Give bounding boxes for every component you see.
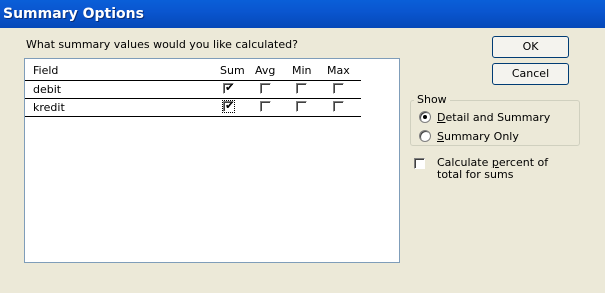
title-bar[interactable]: Summary Options	[0, 0, 605, 28]
table-row: kredit ✔	[25, 98, 361, 117]
column-header-field: Field	[33, 64, 59, 77]
sum-checkbox-debit[interactable]: ✔	[223, 81, 234, 94]
column-header-avg: Avg	[255, 64, 276, 77]
show-group-label: Show	[414, 93, 450, 106]
min-checkbox-debit[interactable]	[296, 83, 307, 94]
max-checkbox-debit[interactable]	[333, 83, 344, 94]
sum-checkbox-kredit[interactable]: ✔	[222, 99, 235, 113]
max-checkbox-kredit[interactable]	[333, 101, 344, 112]
detail-and-summary-label[interactable]: Detail and Summary	[437, 111, 550, 124]
avg-checkbox-kredit[interactable]	[260, 101, 271, 112]
window-title: Summary Options	[3, 6, 144, 22]
column-header-min: Min	[292, 64, 312, 77]
cancel-button[interactable]: Cancel	[492, 63, 569, 85]
field-name: kredit	[33, 101, 65, 114]
summary-only-label[interactable]: Summary Only	[437, 130, 519, 143]
detail-and-summary-radio[interactable]	[419, 111, 431, 123]
column-header-sum: Sum	[220, 64, 245, 77]
summary-fields-grid[interactable]: Field Sum Avg Min Max debit ✔ kredit ✔	[24, 58, 400, 263]
calculate-percent-checkbox[interactable]	[414, 158, 425, 169]
min-checkbox-kredit[interactable]	[296, 101, 307, 112]
field-name: debit	[33, 83, 62, 96]
column-header-max: Max	[327, 64, 350, 77]
summary-only-radio[interactable]	[419, 130, 431, 142]
avg-checkbox-debit[interactable]	[260, 83, 271, 94]
calculate-percent-label[interactable]: Calculate percent of total for sums	[437, 157, 548, 181]
grid-header-row: Field Sum Avg Min Max	[25, 62, 399, 79]
table-row: debit ✔	[25, 80, 361, 98]
summary-prompt: What summary values would you like calcu…	[26, 38, 298, 51]
ok-button[interactable]: OK	[492, 36, 569, 58]
